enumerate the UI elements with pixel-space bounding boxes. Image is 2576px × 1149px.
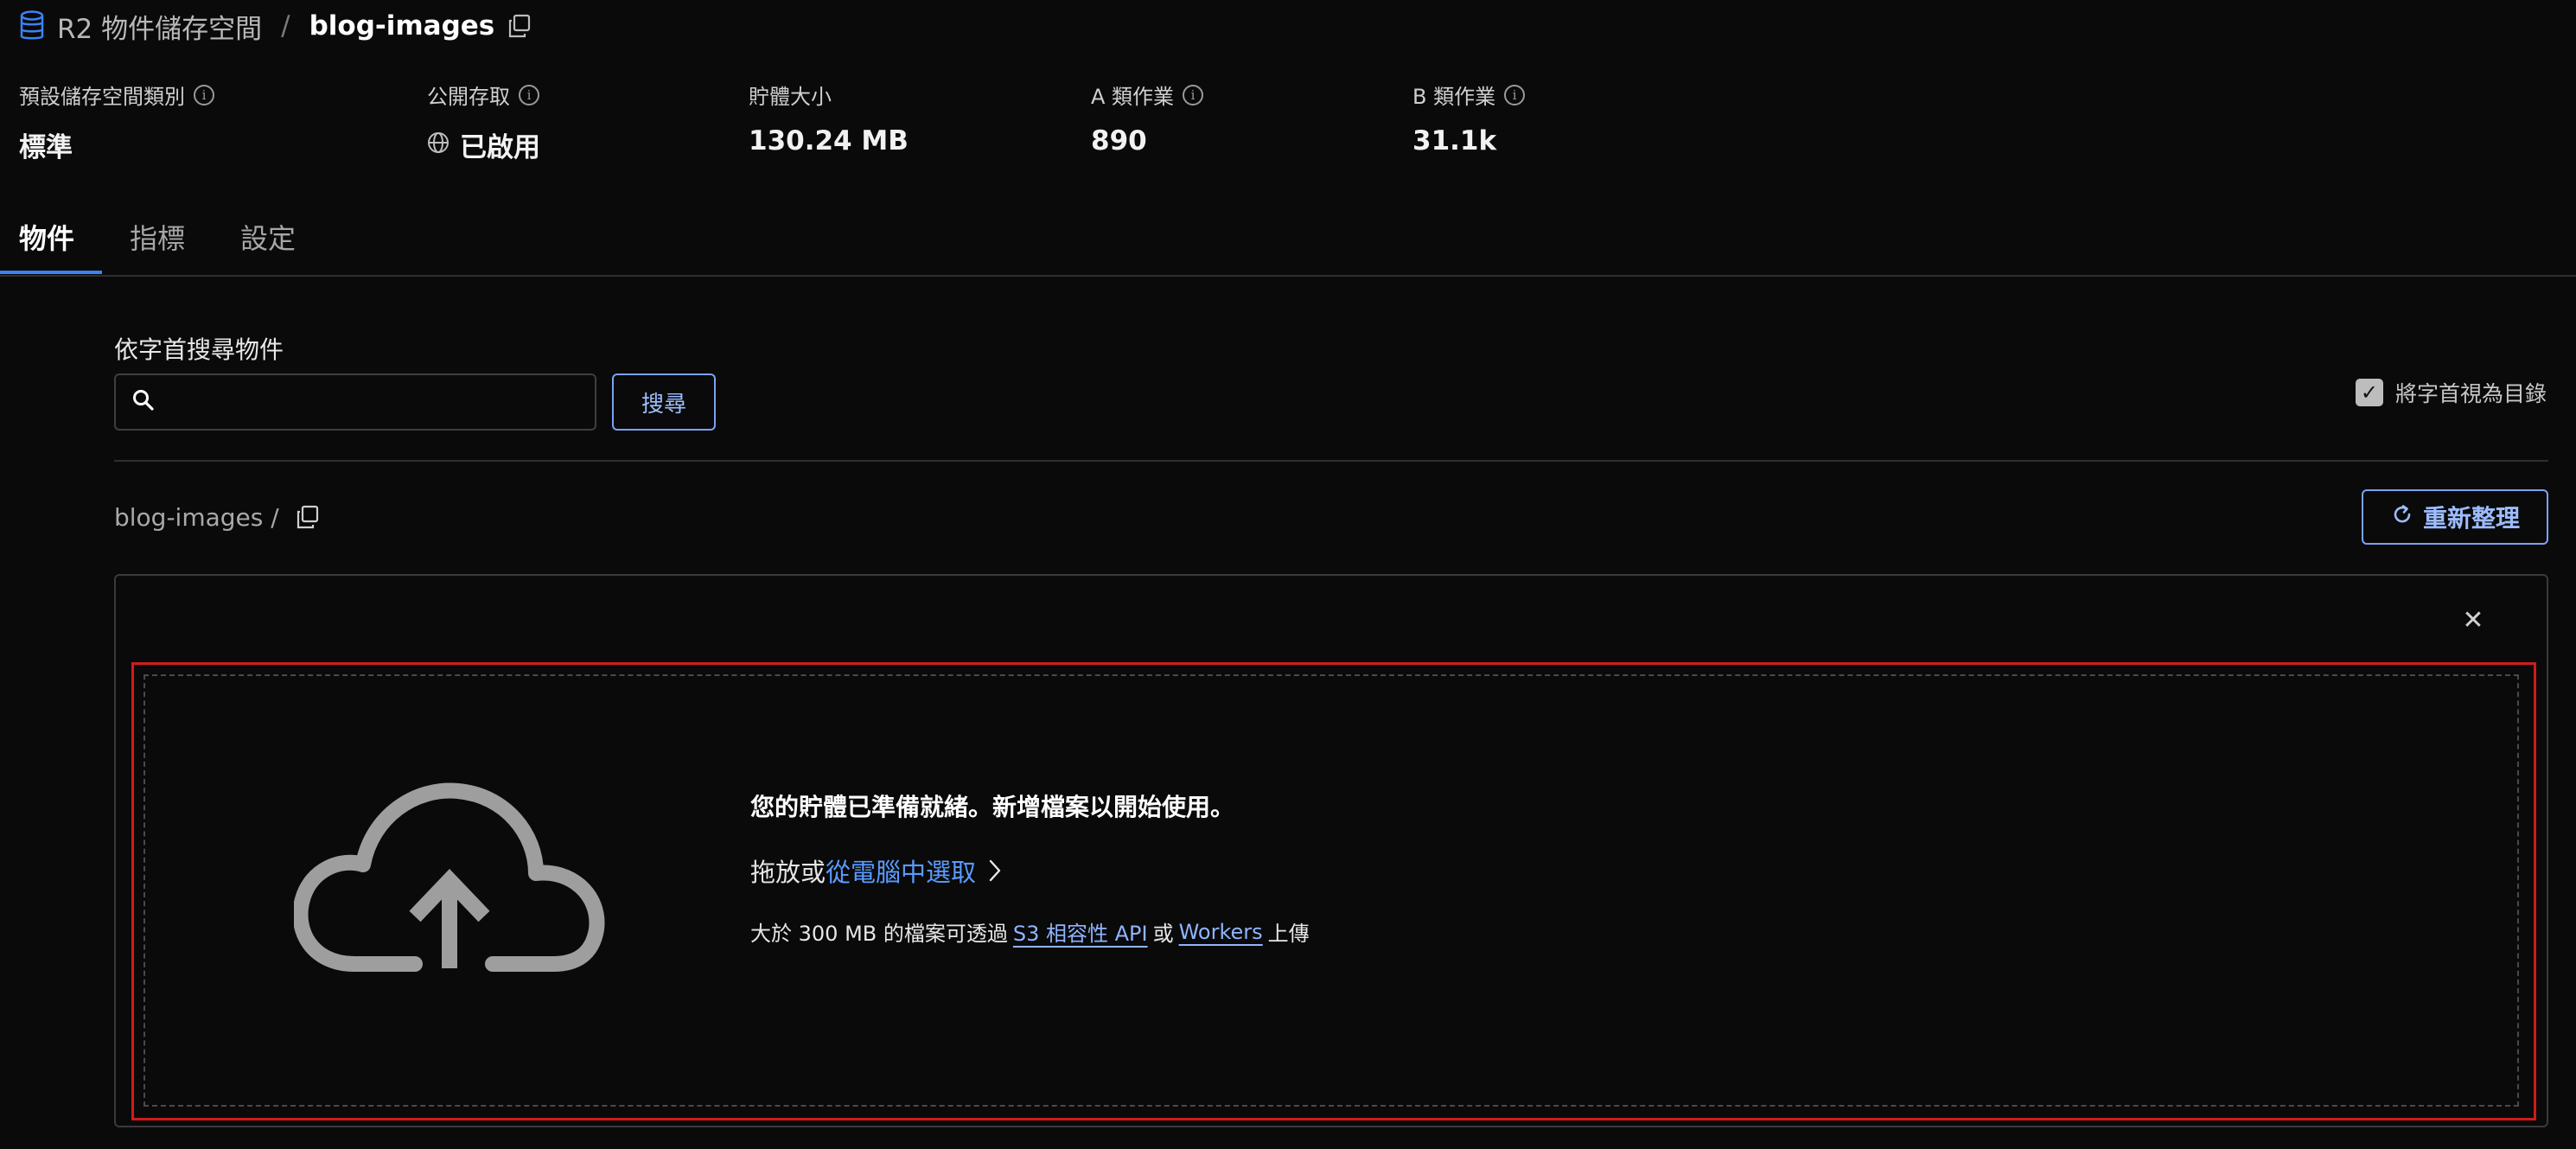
stat-value: 890 (1091, 125, 1147, 156)
stat-value: 130.24 MB (749, 125, 909, 156)
info-icon[interactable]: i (194, 84, 214, 105)
tab-objects[interactable]: 物件 (19, 199, 74, 275)
checkbox-label: 將字首視為目錄 (2394, 381, 2547, 406)
stat-label: 公開存取 (427, 85, 510, 109)
search-label: 依字首搜尋物件 (114, 335, 284, 364)
globe-icon (427, 130, 450, 161)
divider (114, 460, 2548, 462)
prefix-as-directory-option[interactable]: ✓ 將字首視為目錄 (2355, 377, 2547, 408)
stat-label: 貯體大小 (749, 85, 832, 109)
info-icon[interactable]: i (519, 84, 539, 105)
search-input[interactable] (166, 387, 584, 417)
stat-value: 已啟用 (460, 132, 540, 163)
prefix-as-directory-checkbox[interactable]: ✓ (2355, 379, 2383, 406)
current-path: blog-images / (114, 498, 321, 536)
refresh-button[interactable]: 重新整理 (2362, 489, 2548, 545)
stat-bucket-size: 貯體大小 130.24 MB (749, 80, 909, 156)
breadcrumb-service-link[interactable]: R2 物件儲存空間 (57, 7, 262, 46)
stat-storage-class: 預設儲存空間類別 i 標準 (19, 80, 214, 164)
workers-link[interactable]: Workers (1179, 920, 1263, 944)
s3-api-link[interactable]: S3 相容性 API (1013, 916, 1148, 947)
cloud-upload-icon (292, 778, 605, 986)
close-icon[interactable]: ✕ (2458, 605, 2488, 635)
tab-bar: 物件 指標 設定 (0, 199, 2576, 277)
note-suffix: 上傳 (1267, 922, 1310, 946)
stat-public-access: 公開存取 i 已啟用 (427, 80, 540, 164)
chevron-right-icon[interactable] (988, 859, 1002, 883)
tab-settings[interactable]: 設定 (240, 199, 296, 275)
note-or: 或 (1152, 922, 1174, 946)
search-field[interactable] (114, 373, 596, 431)
stat-class-a-operations: A 類作業 i 890 (1091, 80, 1204, 156)
path-text: blog-images / (114, 502, 279, 532)
stat-label: B 類作業 (1412, 85, 1496, 109)
stat-label: 預設儲存空間類別 (19, 85, 185, 109)
stat-value: 31.1k (1412, 125, 1497, 156)
refresh-label: 重新整理 (2422, 504, 2520, 533)
search-button[interactable]: 搜尋 (612, 373, 716, 431)
note-prefix: 大於 300 MB 的檔案可透過 (750, 922, 1008, 946)
refresh-icon (2390, 502, 2414, 533)
breadcrumb-separator: / (281, 10, 290, 41)
drag-text: 拖放或 (750, 858, 826, 887)
database-icon (19, 10, 45, 41)
breadcrumb-bucket-name: blog-images (309, 10, 495, 41)
select-from-computer-link[interactable]: 從電腦中選取 (826, 852, 976, 889)
stat-class-b-operations: B 類作業 i 31.1k (1412, 80, 1526, 156)
tab-metrics[interactable]: 指標 (130, 199, 185, 275)
breadcrumb: R2 物件儲存空間 / blog-images (19, 3, 532, 48)
dropzone-select-line: 拖放或 從電腦中選取 (750, 852, 1002, 889)
stat-label: A 類作業 (1091, 85, 1175, 109)
stat-value: 標準 (19, 132, 73, 163)
large-file-note: 大於 300 MB 的檔案可透過 S3 相容性 API 或 Workers 上傳 (750, 916, 1310, 947)
info-icon[interactable]: i (1183, 84, 1204, 105)
info-icon[interactable]: i (1504, 84, 1526, 105)
copy-bucket-name-icon[interactable] (507, 13, 532, 39)
dropzone-title: 您的貯體已準備就緒。新增檔案以開始使用。 (750, 793, 1235, 821)
active-tab-indicator (0, 271, 102, 274)
copy-path-icon[interactable] (295, 504, 321, 530)
search-icon (131, 388, 156, 416)
